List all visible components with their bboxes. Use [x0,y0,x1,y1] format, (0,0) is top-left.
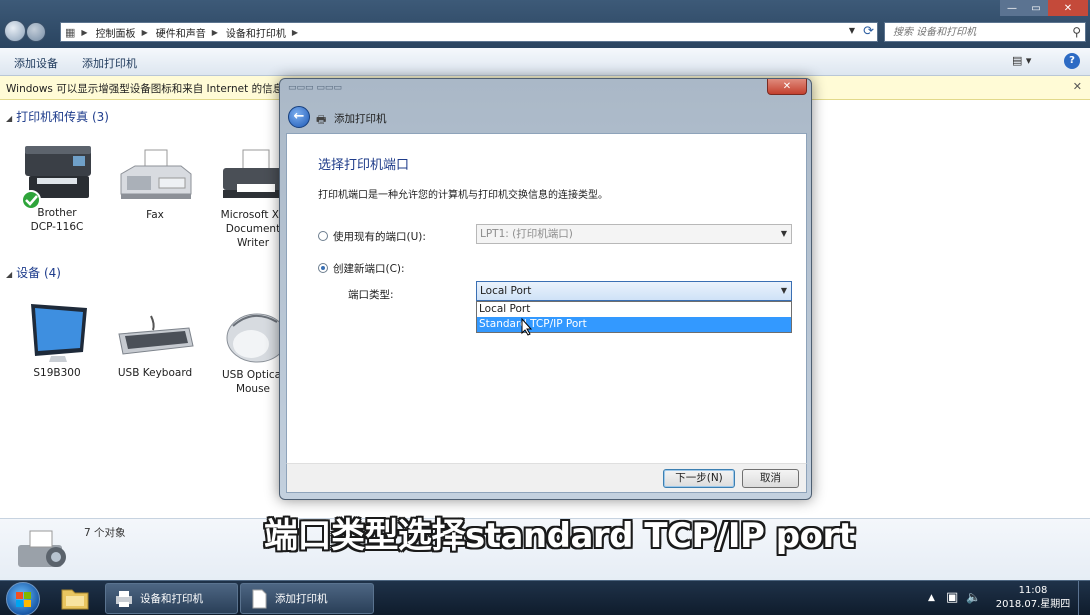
add-printer-dialog: ▭▭▭ ▭▭▭ ✕ ← 🖶 添加打印机 选择打印机端口 打印机端口是一种允许您的… [279,78,812,500]
option-local-port[interactable]: Local Port [477,302,791,317]
breadcrumb-separator-icon: ▶ [141,27,148,37]
show-hidden-icons[interactable]: ▲ [928,593,935,615]
device-label: USB Keyboard [117,367,193,379]
address-bar[interactable]: ▦ ▶ 控制面板 ▶ 硬件和声音 ▶ 设备和打印机 ▶ ▼ ⟳ [60,22,878,42]
clock-time: 11:08 [1018,585,1048,596]
dialog-footer: 下一步(N) 取消 [286,463,807,493]
explorer-titlebar: ▦ ▶ 控制面板 ▶ 硬件和声音 ▶ 设备和打印机 ▶ ▼ ⟳ ⚲ — ▭ ✕ [0,0,1090,48]
maximize-button[interactable]: ▭ [1024,0,1048,16]
add-printer-button[interactable]: 添加打印机 [82,55,137,71]
file-explorer-pin-icon[interactable] [58,584,92,613]
taskbar-item-add-printer[interactable]: 添加打印机 [240,583,374,614]
radio-new-port-label[interactable]: 创建新端口(C): [333,261,405,276]
group-printers-title[interactable]: ◢ 打印机和传真 (3) [6,108,109,125]
cancel-button[interactable]: 取消 [742,469,799,488]
address-dropdown-icon[interactable]: ▼ [849,26,855,35]
camera-printer-icon [16,527,72,573]
change-view-icon[interactable]: ▤ ▾ [1012,54,1031,67]
port-type-select[interactable]: Local Port ▼ [476,281,792,301]
help-icon[interactable]: ? [1064,53,1080,69]
windows-logo-icon [16,592,31,607]
group-devices-label: 设备 (4) [16,266,61,280]
device-label-line2: DCP-116C [30,221,84,233]
next-button[interactable]: 下一步(N) [663,469,735,488]
device-label: S19B300 [33,367,81,379]
start-button[interactable] [6,582,40,615]
page-description: 打印机端口是一种允许您的计算机与打印机交换信息的连接类型。 [318,190,608,201]
dialog-header-title: 添加打印机 [334,113,387,125]
port-type-label: 端口类型: [348,289,394,301]
refresh-icon[interactable]: ⟳ [863,24,874,39]
system-clock[interactable]: 11:08 2018.07.星期四 [994,584,1072,612]
collapse-triangle-icon[interactable]: ◢ [6,270,12,279]
dialog-body: 选择打印机端口 打印机端口是一种允许您的计算机与打印机交换信息的连接类型。 使用… [286,133,807,465]
item-count: 7 个对象 [84,527,126,539]
dialog-close-button[interactable]: ✕ [767,79,807,95]
dialog-title-blurred: ▭▭▭ ▭▭▭ [288,83,342,93]
taskbar: 设备和打印机 添加打印机 ▲ ▣ 🔈 11:08 2018.07.星期四 [0,580,1090,615]
radio-new-port[interactable] [318,263,328,273]
radio-existing-port-label[interactable]: 使用现有的端口(U): [333,229,426,244]
breadcrumb-control-panel[interactable]: 控制面板 [96,25,136,40]
device-fax[interactable]: Fax [110,148,200,222]
control-panel-icon: ▦ [65,25,76,39]
printer-icon [114,589,134,609]
existing-port-value: LPT1: (打印机端口) [480,228,573,240]
keyboard-icon [115,310,195,362]
port-type-value: Local Port [480,285,532,297]
search-icon[interactable]: ⚲ [1072,25,1081,39]
document-icon [249,589,269,609]
breadcrumb-separator-icon: ▶ [291,27,299,37]
radio-existing-port[interactable] [318,231,328,241]
close-button[interactable]: ✕ [1048,0,1088,16]
fax-icon [115,148,195,204]
clock-date: 2018.07.星期四 [995,599,1071,610]
chevron-down-icon: ▼ [780,229,787,238]
group-printers-label: 打印机和传真 (3) [16,110,109,124]
info-bar-close-icon[interactable]: ✕ [1073,80,1082,93]
search-input[interactable] [885,23,1055,41]
existing-port-select: LPT1: (打印机端口) ▼ [476,224,792,244]
breadcrumb-devices-printers[interactable]: 设备和打印机 [226,25,286,40]
taskbar-item-label: 设备和打印机 [140,593,203,605]
show-desktop-button[interactable] [1078,581,1090,615]
multifunction-printer-icon [17,140,97,210]
breadcrumb-hardware-sound[interactable]: 硬件和声音 [156,25,206,40]
volume-muted-icon[interactable]: 🔈 [966,590,981,615]
device-brother-printer[interactable]: Brother DCP-116C [12,140,102,234]
printer-small-icon: 🖶 [316,113,327,126]
device-monitor[interactable]: S19B300 [12,300,102,380]
info-bar-text[interactable]: Windows 可以显示增强型设备图标和来自 Internet 的信息。 [6,81,294,96]
breadcrumb-separator-icon: ▶ [81,27,88,37]
page-title: 选择打印机端口 [318,158,410,173]
device-label: Fax [146,209,164,221]
chevron-down-icon[interactable]: ▼ [781,282,787,300]
collapse-triangle-icon[interactable]: ◢ [6,114,12,123]
group-devices-title[interactable]: ◢ 设备 (4) [6,264,61,281]
video-caption: 端口类型选择standard TCP/IP port [264,516,855,556]
taskbar-item-devices-printers[interactable]: 设备和打印机 [105,583,238,614]
mouse-cursor-icon [521,317,533,336]
network-icon[interactable]: ▣ [946,590,958,615]
device-usb-keyboard[interactable]: USB Keyboard [110,310,200,380]
dialog-back-button[interactable]: ← [288,106,310,128]
dialog-header: ← 🖶 添加打印机 [286,101,807,131]
search-box[interactable]: ⚲ [884,22,1086,42]
command-toolbar: 添加设备 添加打印机 ▤ ▾ ? [0,48,1090,76]
forward-button[interactable] [26,22,46,42]
minimize-button[interactable]: — [1000,0,1024,16]
monitor-icon [17,300,97,362]
add-device-button[interactable]: 添加设备 [14,55,58,71]
breadcrumb-separator-icon: ▶ [211,27,218,37]
back-button[interactable] [4,20,26,42]
taskbar-item-label: 添加打印机 [275,593,328,605]
